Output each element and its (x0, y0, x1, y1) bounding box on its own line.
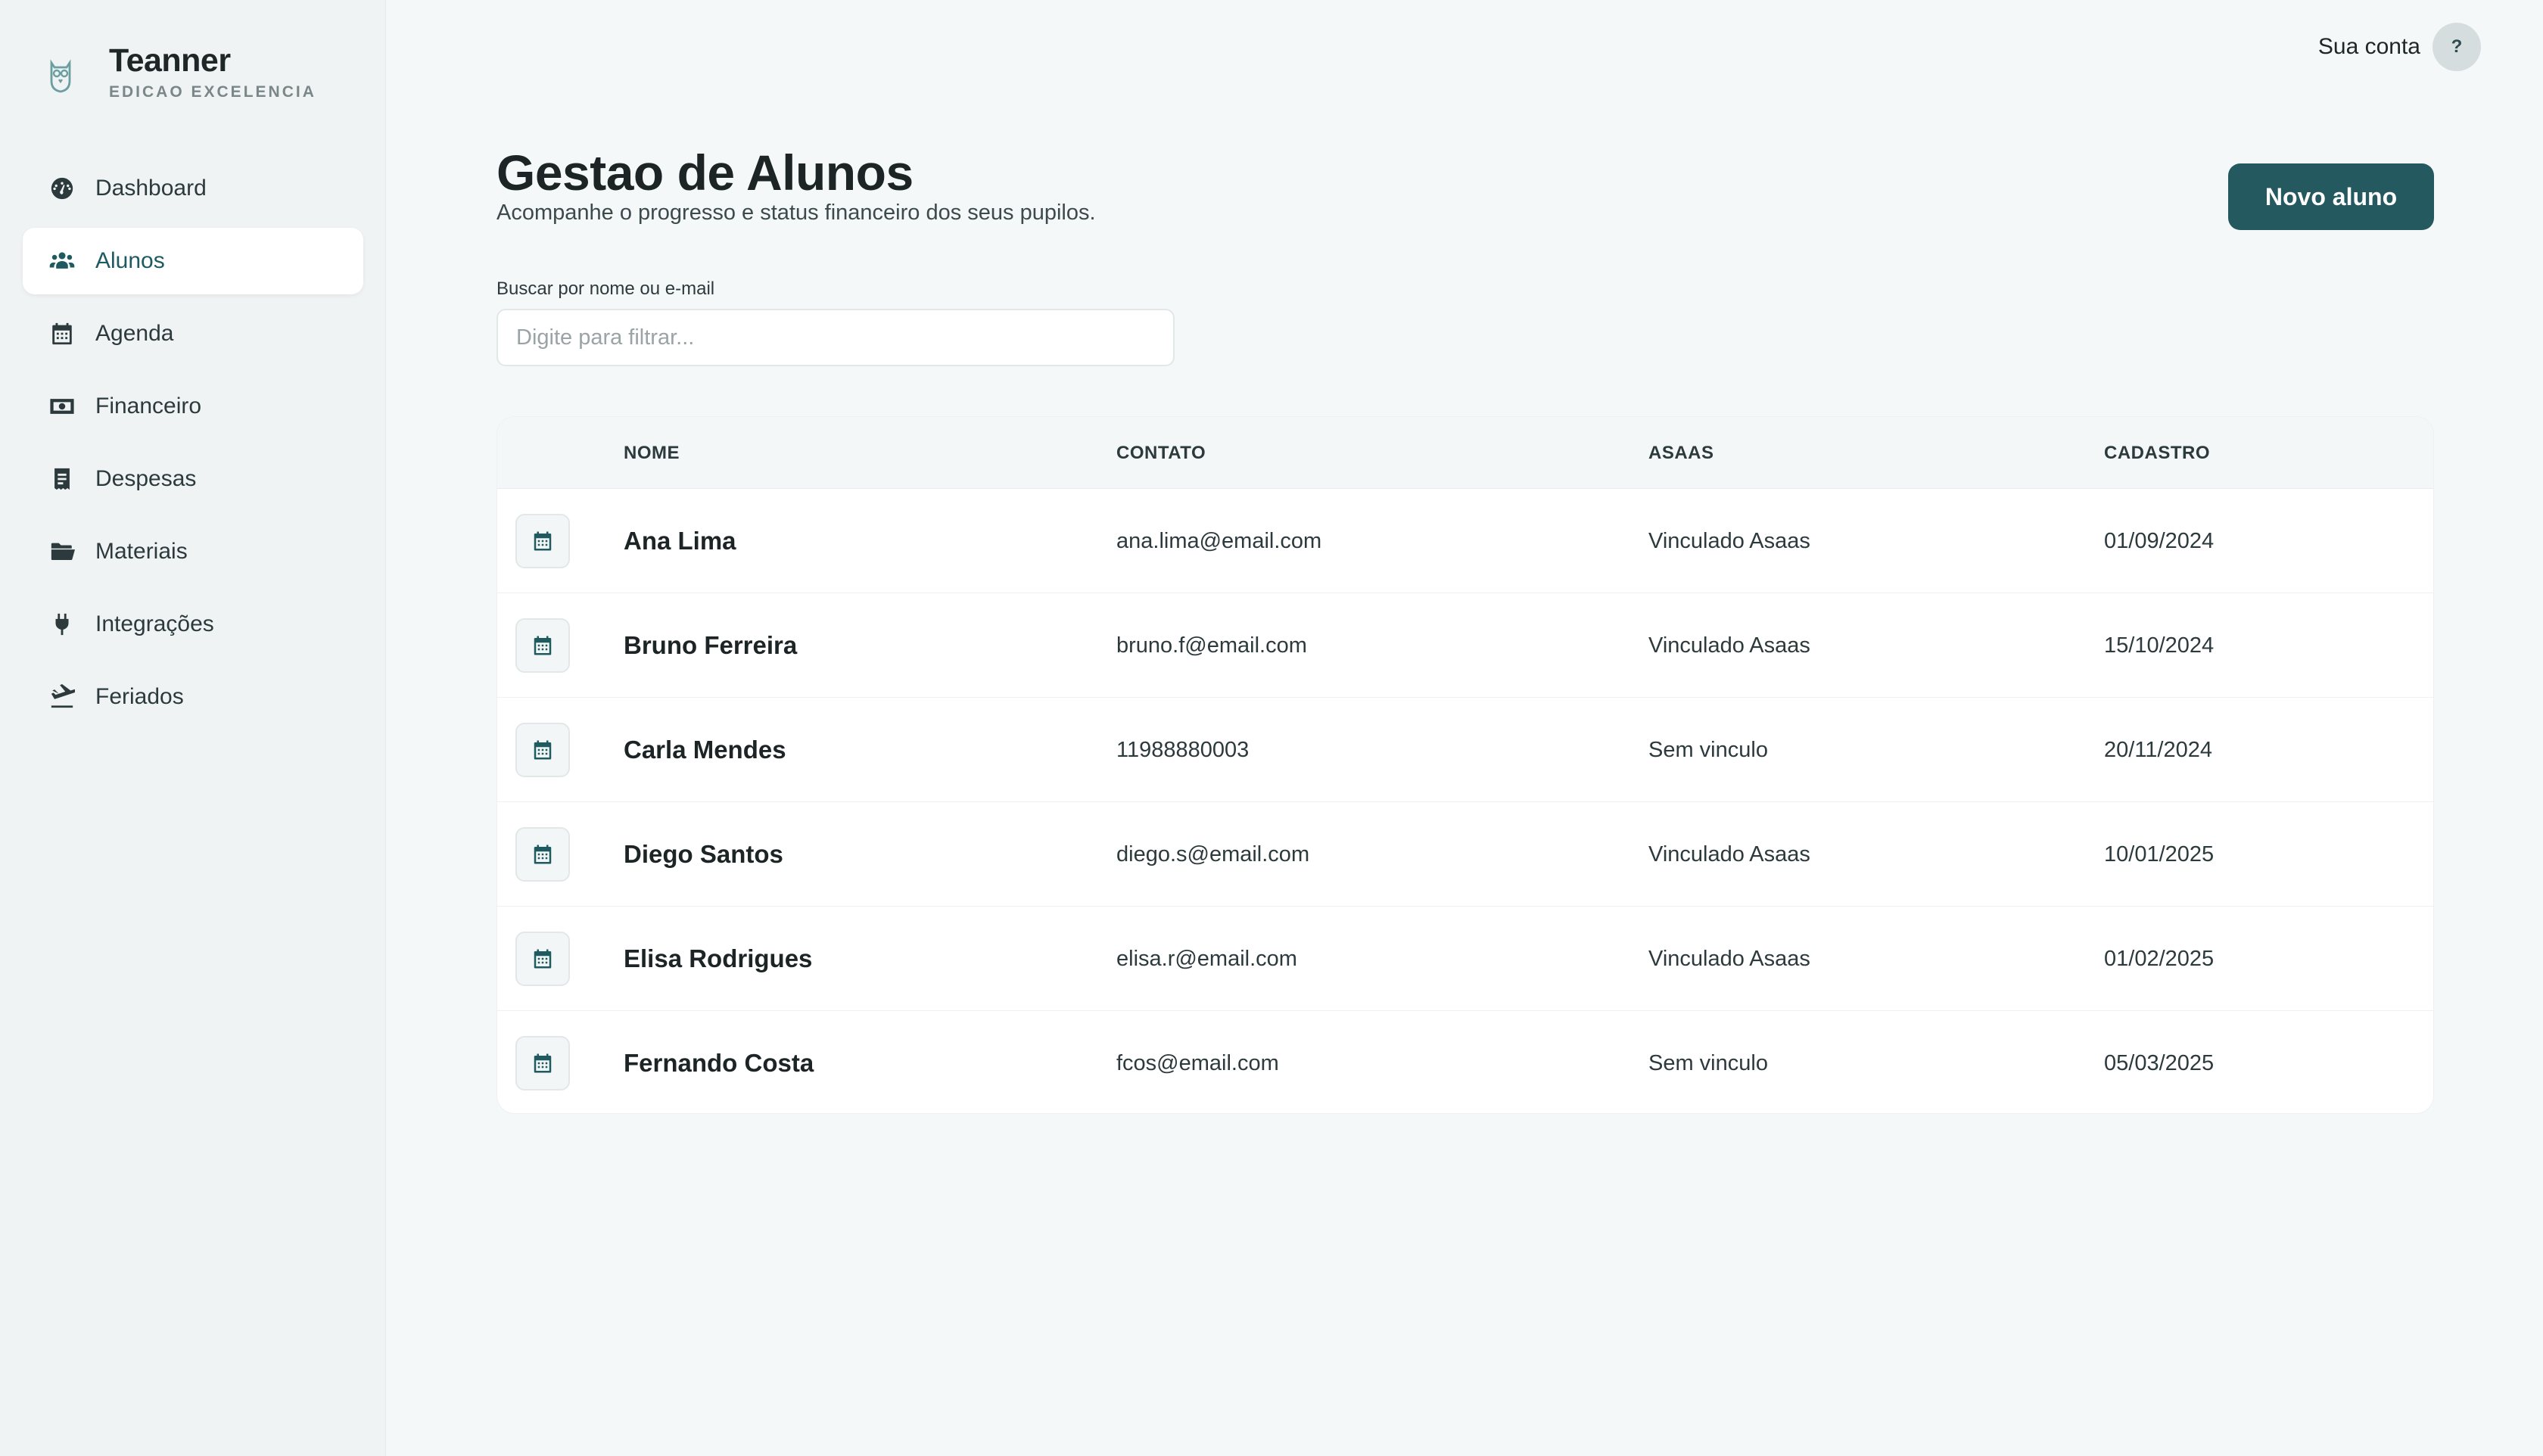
calendar-icon[interactable] (515, 827, 570, 882)
sidebar-item-integracoes[interactable]: Integrações (23, 591, 363, 658)
student-contact: bruno.f@email.com (1116, 633, 1307, 658)
brand-subtitle: EDICAO EXCELENCIA (109, 83, 316, 101)
calendar-icon[interactable] (515, 723, 570, 777)
account-label: Sua conta (2317, 34, 2420, 59)
money-icon (48, 393, 76, 420)
sidebar-item-materiais[interactable]: Materiais (23, 518, 363, 585)
asaas-status: Vinculado Asaas (1648, 842, 1810, 866)
student-contact: diego.s@email.com (1116, 842, 1310, 866)
registration-date: 01/02/2025 (2104, 946, 2215, 971)
column-header-nome[interactable]: NOME (624, 417, 680, 489)
brand[interactable]: Teanner EDICAO EXCELENCIA (42, 41, 316, 101)
student-contact: elisa.r@email.com (1116, 946, 1297, 971)
calendar-icon (48, 320, 76, 347)
registration-date: 20/11/2024 (2104, 737, 2212, 762)
asaas-status: Sem vinculo (1648, 1050, 1768, 1075)
sidebar-item-label: Financeiro (95, 394, 202, 418)
sidebar-item-financeiro[interactable]: Financeiro (23, 373, 363, 440)
sidebar-item-label: Materiais (95, 539, 188, 564)
calendar-icon[interactable] (515, 618, 570, 673)
column-header-asaas[interactable]: ASAAS (1648, 417, 1714, 489)
student-contact: ana.lima@email.com (1116, 528, 1322, 553)
brand-name: Teanner (109, 42, 231, 79)
table-row[interactable]: Bruno Ferreira bruno.f@email.com Vincula… (497, 593, 2433, 698)
sidebar-item-label: Despesas (95, 466, 197, 491)
sidebar-item-feriados[interactable]: Feriados (23, 664, 363, 730)
sidebar-item-label: Agenda (95, 321, 174, 346)
new-student-button[interactable]: Novo aluno (2228, 163, 2434, 230)
table-row[interactable]: Ana Lima ana.lima@email.com Vinculado As… (497, 489, 2433, 593)
table-header: NOME CONTATO ASAAS CADASTRO (497, 417, 2433, 489)
receipt-icon (48, 465, 76, 493)
asaas-status: Vinculado Asaas (1648, 633, 1810, 658)
plug-icon (48, 611, 76, 638)
student-name[interactable]: Ana Lima (624, 489, 736, 593)
table-row[interactable]: Fernando Costa fcos@email.com Sem vincul… (497, 1011, 2433, 1113)
owl-logo-icon (50, 59, 71, 93)
registration-date: 15/10/2024 (2104, 633, 2215, 658)
account-menu[interactable]: Sua conta ? (2318, 23, 2481, 71)
sidebar-item-label: Alunos (95, 248, 165, 273)
page-subtitle: Acompanhe o progresso e status financeir… (496, 201, 1096, 225)
sidebar-item-alunos[interactable]: Alunos (23, 228, 363, 294)
column-header-contato[interactable]: CONTATO (1116, 417, 1206, 489)
registration-date: 01/09/2024 (2104, 528, 2215, 553)
search-input[interactable] (496, 309, 1175, 366)
sidebar-item-label: Feriados (95, 684, 184, 709)
registration-date: 10/01/2025 (2104, 842, 2215, 866)
student-contact: fcos@email.com (1116, 1050, 1279, 1075)
student-name[interactable]: Carla Mendes (624, 698, 786, 802)
student-contact: 11988880003 (1116, 737, 1250, 762)
asaas-status: Vinculado Asaas (1648, 528, 1810, 553)
table-row[interactable]: Carla Mendes 11988880003 Sem vinculo 20/… (497, 698, 2433, 802)
gauge-icon (48, 175, 76, 202)
sidebar-item-dashboard[interactable]: Dashboard (23, 155, 363, 222)
student-name[interactable]: Bruno Ferreira (624, 593, 797, 698)
student-name[interactable]: Diego Santos (624, 802, 783, 907)
calendar-icon[interactable] (515, 514, 570, 568)
table-row[interactable]: Elisa Rodrigues elisa.r@email.com Vincul… (497, 907, 2433, 1011)
users-icon (48, 247, 76, 275)
column-header-cadastro[interactable]: CADASTRO (2104, 417, 2210, 489)
avatar[interactable]: ? (2433, 23, 2481, 71)
registration-date: 05/03/2025 (2104, 1050, 2215, 1075)
student-name[interactable]: Fernando Costa (624, 1011, 814, 1113)
student-name[interactable]: Elisa Rodrigues (624, 907, 812, 1011)
sidebar-nav: Dashboard Alunos Agenda Financeiro Despe… (23, 155, 363, 736)
calendar-icon[interactable] (515, 1036, 570, 1090)
table-row[interactable]: Diego Santos diego.s@email.com Vinculado… (497, 802, 2433, 907)
asaas-status: Sem vinculo (1648, 737, 1768, 762)
sidebar-item-label: Integrações (95, 611, 214, 636)
sidebar-item-despesas[interactable]: Despesas (23, 446, 363, 512)
calendar-icon[interactable] (515, 932, 570, 986)
folder-icon (48, 538, 76, 565)
page-title: Gestao de Alunos (496, 145, 914, 201)
sidebar: Teanner EDICAO EXCELENCIA Dashboard Alun… (0, 0, 386, 1456)
sidebar-item-agenda[interactable]: Agenda (23, 300, 363, 367)
sidebar-item-label: Dashboard (95, 176, 207, 201)
asaas-status: Vinculado Asaas (1648, 946, 1810, 971)
plane-icon (48, 683, 76, 711)
students-table: NOME CONTATO ASAAS CADASTRO Ana Lima ana… (496, 416, 2434, 1114)
search-label: Buscar por nome ou e-mail (496, 278, 715, 299)
